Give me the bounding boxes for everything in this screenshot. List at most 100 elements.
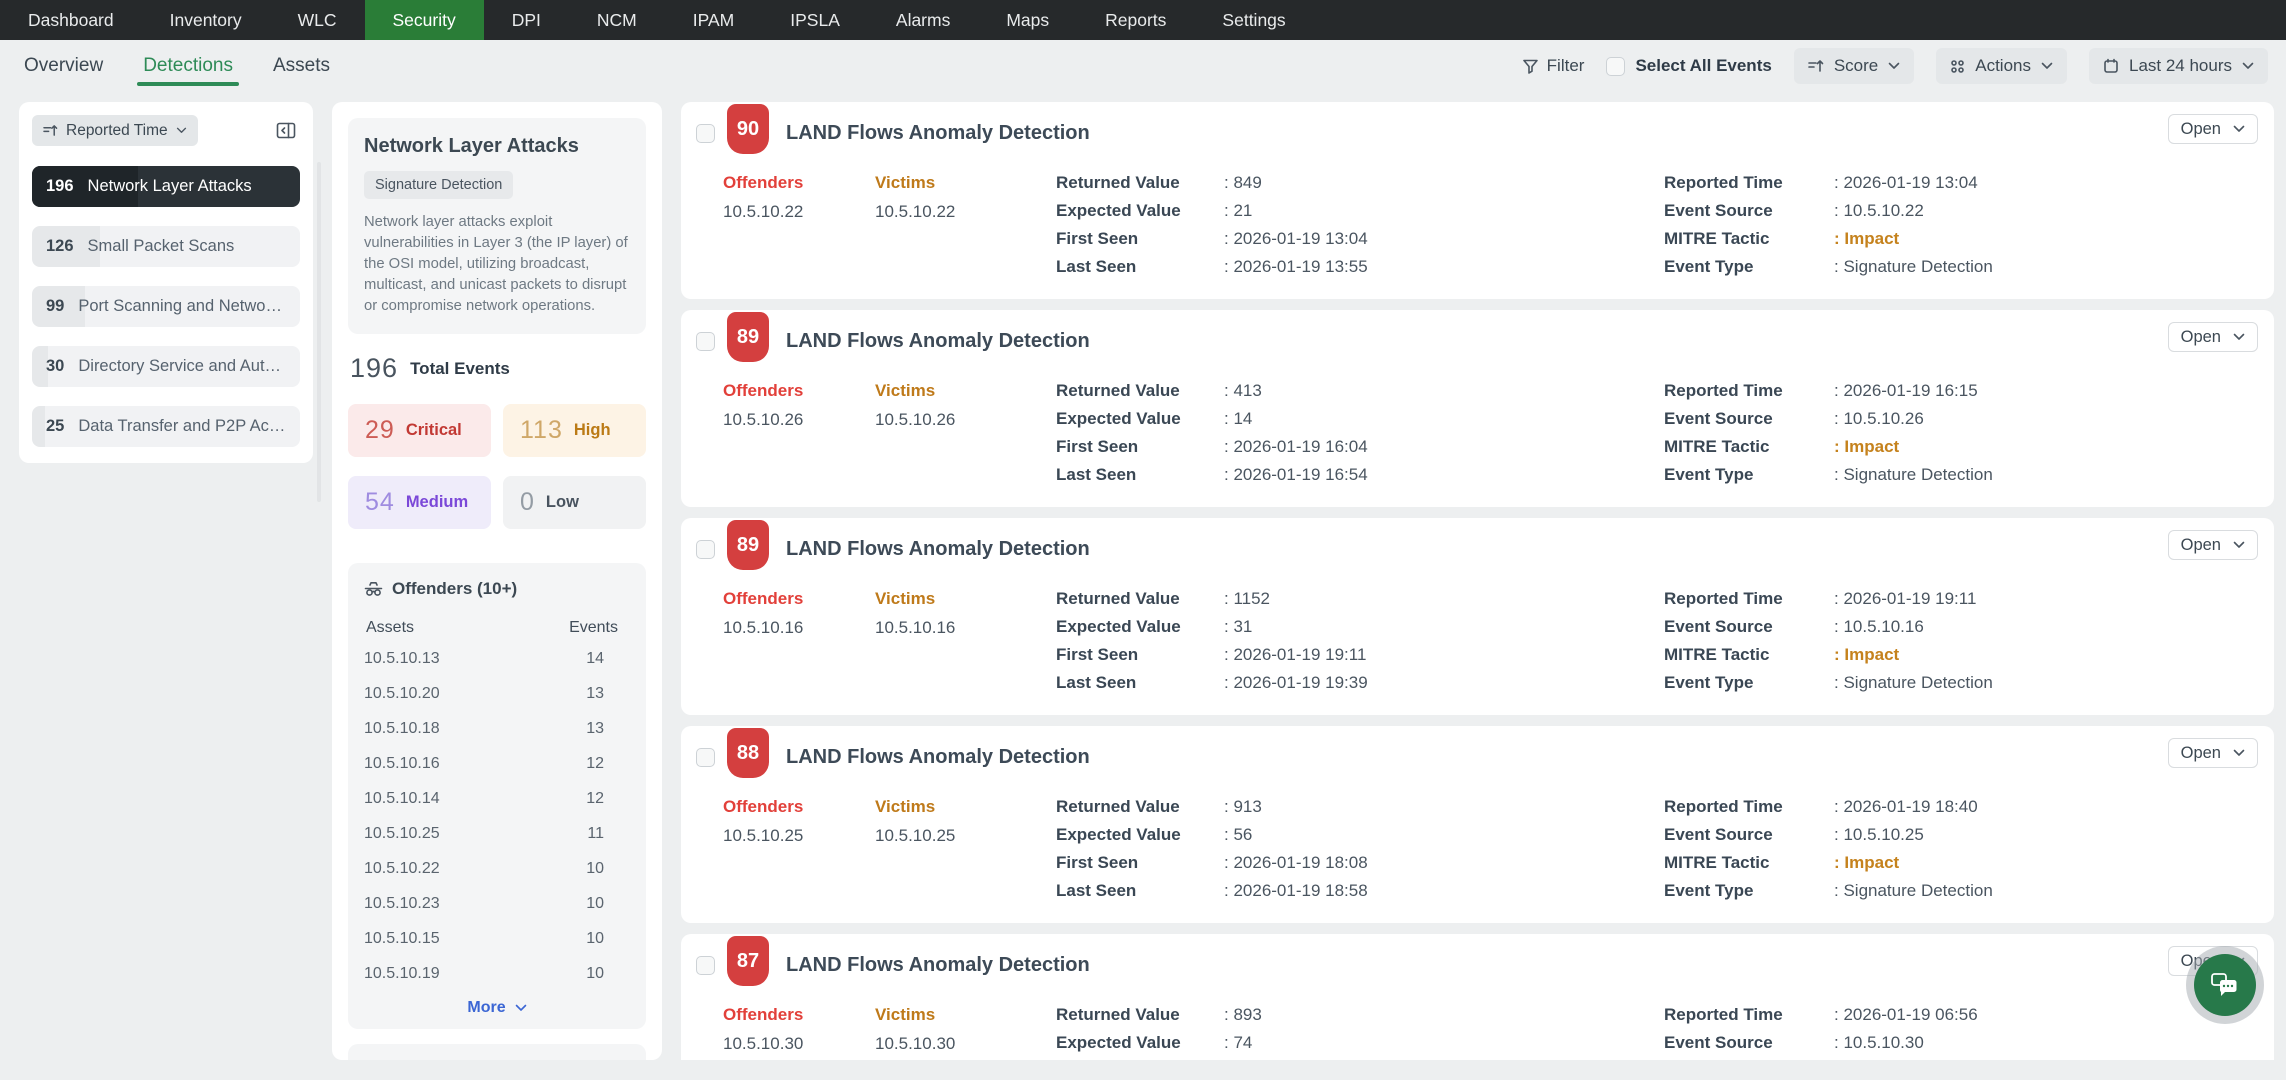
open-status-button[interactable]: Open (2168, 530, 2258, 560)
mitre-tactic-value[interactable]: Impact (1834, 433, 1899, 461)
event-checkbox[interactable] (696, 956, 715, 975)
open-status-button[interactable]: Open (2168, 322, 2258, 352)
victim-ip[interactable]: 10.5.10.22 (875, 197, 1056, 227)
nav-item[interactable]: NCM (569, 0, 665, 40)
nav-item[interactable]: Reports (1077, 0, 1194, 40)
event-checkbox[interactable] (696, 332, 715, 351)
offender-ip[interactable]: 10.5.10.30 (723, 1029, 875, 1059)
nav-item[interactable]: Security (365, 0, 484, 40)
nav-item[interactable]: WLC (270, 0, 365, 40)
tab[interactable]: Detections (143, 40, 233, 92)
offender-row[interactable]: 10.5.10.20 13 (364, 676, 630, 711)
severity-box[interactable]: 0 Low (503, 476, 646, 529)
offender-ip[interactable]: 10.5.10.25 (723, 821, 875, 851)
offender-row[interactable]: 10.5.10.14 12 (364, 781, 630, 816)
offenders-more-button[interactable]: More (364, 999, 630, 1017)
severity-box[interactable]: 113 High (503, 404, 646, 457)
detection-detail-panel: Network Layer Attacks Signature Detectio… (332, 102, 662, 1060)
tab[interactable]: Overview (24, 40, 103, 92)
expected-value: 21 (1224, 197, 1252, 225)
offender-row[interactable]: 10.5.10.15 10 (364, 921, 630, 956)
category-item[interactable]: 30 Directory Service and Auth... (32, 346, 300, 387)
open-status-button[interactable]: Open (2168, 114, 2258, 144)
offender-row[interactable]: 10.5.10.16 12 (364, 746, 630, 781)
detection-type-badge: Signature Detection (364, 171, 513, 199)
event-type-label: Event Type (1664, 253, 1834, 281)
sidebar-scrollbar[interactable] (317, 162, 321, 502)
first-seen-value: 2026-01-19 06:06 (1224, 1057, 1368, 1060)
filter-button[interactable]: Filter (1522, 56, 1585, 76)
offender-ip: 10.5.10.20 (364, 676, 440, 711)
mitre-tactic-value[interactable]: Impact (1834, 849, 1899, 877)
nav-item[interactable]: Inventory (142, 0, 270, 40)
sort-by-button[interactable]: Reported Time (32, 115, 198, 146)
victim-ip[interactable]: 10.5.10.16 (875, 613, 1056, 643)
first-seen-value: 2026-01-19 18:08 (1224, 849, 1368, 877)
mitre-tactic-value[interactable]: Impact (1834, 641, 1899, 669)
time-range-button[interactable]: Last 24 hours (2089, 48, 2268, 84)
category-item[interactable]: 25 Data Transfer and P2P Activ... (32, 406, 300, 447)
offender-row[interactable]: 10.5.10.25 11 (364, 816, 630, 851)
severity-box[interactable]: 54 Medium (348, 476, 491, 529)
actions-button[interactable]: Actions (1936, 48, 2067, 84)
offender-row[interactable]: 10.5.10.22 10 (364, 851, 630, 886)
offenders-label: Offenders (723, 585, 875, 613)
victim-ip[interactable]: 10.5.10.25 (875, 821, 1056, 851)
offender-ip[interactable]: 10.5.10.16 (723, 613, 875, 643)
offender-ip[interactable]: 10.5.10.26 (723, 405, 875, 435)
victim-ip[interactable]: 10.5.10.26 (875, 405, 1056, 435)
detection-title: Network Layer Attacks (364, 135, 630, 158)
severity-box[interactable]: 29 Critical (348, 404, 491, 457)
event-type-label: Event Type (1664, 877, 1834, 905)
offender-row[interactable]: 10.5.10.18 13 (364, 711, 630, 746)
nav-item[interactable]: DPI (484, 0, 569, 40)
victim-ip[interactable]: 10.5.10.30 (875, 1029, 1056, 1059)
event-source-value: 10.5.10.30 (1834, 1029, 1924, 1057)
offender-row[interactable]: 10.5.10.23 10 (364, 886, 630, 921)
offender-ip: 10.5.10.13 (364, 641, 440, 676)
offenders-label: Offenders (723, 169, 875, 197)
tab[interactable]: Assets (273, 40, 330, 92)
collapse-panel-icon[interactable] (276, 122, 296, 139)
category-count: 30 (46, 357, 64, 376)
event-title: LAND Flows Anomaly Detection (786, 746, 1090, 769)
mitre-tactic-label: MITRE Tactic (1664, 433, 1834, 461)
actions-grid-icon (1950, 59, 1965, 74)
offenders-column: Offenders 10.5.10.16 (723, 585, 875, 697)
category-item[interactable]: 196 Network Layer Attacks (32, 166, 300, 207)
offender-row[interactable]: 10.5.10.19 10 (364, 956, 630, 991)
mitre-tactic-value[interactable]: Impact (1834, 225, 1899, 253)
open-status-button[interactable]: Open (2168, 738, 2258, 768)
next-section-stub (348, 1044, 646, 1060)
select-all-checkbox[interactable] (1606, 57, 1625, 76)
event-card: 89 LAND Flows Anomaly Detection Open Off… (681, 518, 2274, 715)
event-title: LAND Flows Anomaly Detection (786, 538, 1090, 561)
nav-item[interactable]: IPSLA (762, 0, 868, 40)
mitre-tactic-value[interactable]: Impact (1834, 1057, 1899, 1060)
offenders-column: Offenders 10.5.10.22 (723, 169, 875, 281)
victims-column: Victims 10.5.10.26 (875, 377, 1056, 489)
sort-icon (43, 124, 58, 137)
nav-item[interactable]: IPAM (665, 0, 763, 40)
offender-row[interactable]: 10.5.10.13 14 (364, 641, 630, 676)
open-label: Open (2181, 120, 2221, 139)
offenders-label: Offenders (723, 1001, 875, 1029)
top-navigation: Dashboard Inventory WLC Security DPI NCM… (0, 0, 2286, 40)
event-checkbox[interactable] (696, 540, 715, 559)
category-item[interactable]: 126 Small Packet Scans (32, 226, 300, 267)
reported-time-value: 2026-01-19 13:04 (1834, 169, 1978, 197)
last-seen-label: Last Seen (1056, 877, 1224, 905)
event-meta-column: Reported Time2026-01-19 19:11 Event Sour… (1664, 585, 2274, 697)
score-sort-button[interactable]: Score (1794, 48, 1914, 84)
offender-ip[interactable]: 10.5.10.22 (723, 197, 875, 227)
event-checkbox[interactable] (696, 748, 715, 767)
nav-item[interactable]: Settings (1194, 0, 1313, 40)
chat-widget-button[interactable] (2194, 954, 2256, 1016)
event-source-label: Event Source (1664, 197, 1834, 225)
event-checkbox[interactable] (696, 124, 715, 143)
expected-value-label: Expected Value (1056, 405, 1224, 433)
nav-item[interactable]: Maps (978, 0, 1077, 40)
category-item[interactable]: 99 Port Scanning and Network... (32, 286, 300, 327)
nav-item[interactable]: Dashboard (0, 0, 142, 40)
nav-item[interactable]: Alarms (868, 0, 978, 40)
